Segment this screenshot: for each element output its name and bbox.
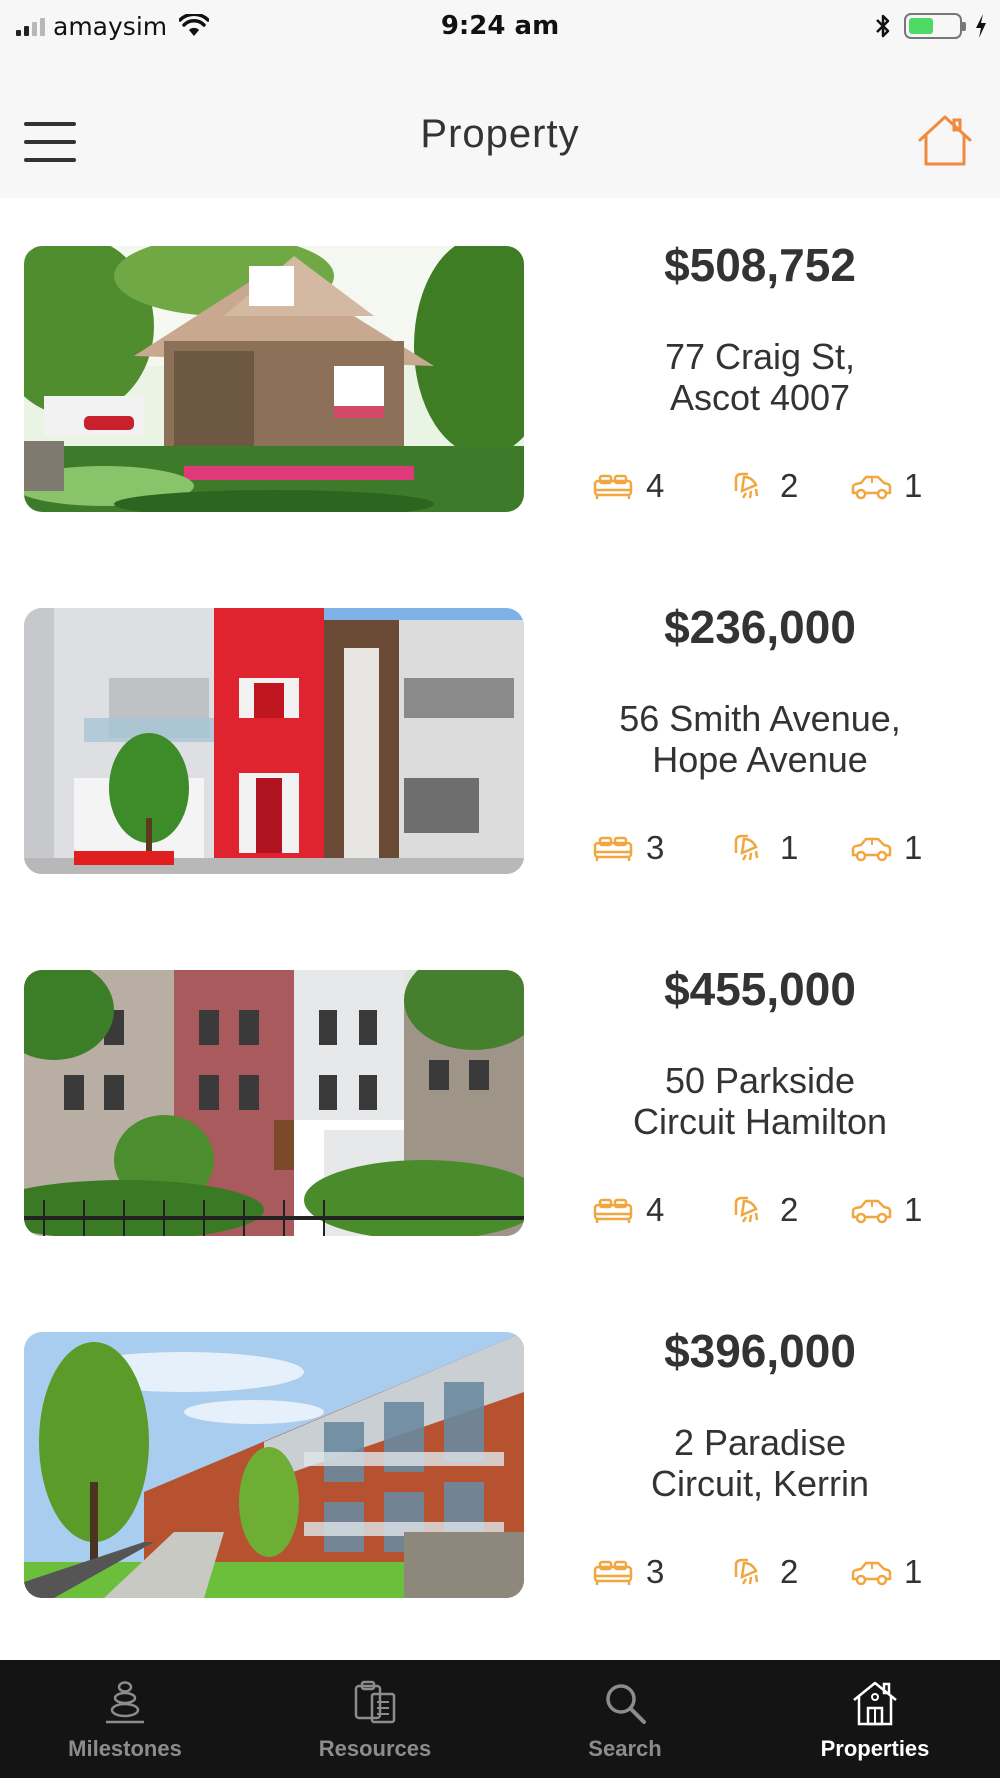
cars-feature: 1 <box>850 1550 922 1594</box>
beds-count: 4 <box>646 1191 665 1228</box>
bed-icon <box>593 474 633 499</box>
baths-feature: 2 <box>726 1550 798 1594</box>
beds-count: 4 <box>646 467 665 504</box>
property-price: $508,752 <box>664 239 856 291</box>
bed-icon <box>593 836 633 861</box>
property-card[interactable]: $396,000 2 Paradise Circuit, Kerrin 3 2 … <box>0 1284 1000 1646</box>
baths-count: 2 <box>780 1553 799 1590</box>
resources-clipboard-icon <box>354 1680 396 1724</box>
property-photo[interactable] <box>24 1332 524 1598</box>
tab-milestones[interactable]: Milestones <box>0 1660 250 1778</box>
address-line-2: Ascot 4007 <box>669 377 851 418</box>
modern-townhouse-image <box>24 608 524 874</box>
car-icon <box>851 1199 892 1224</box>
baths-feature: 1 <box>726 826 798 870</box>
tab-resources[interactable]: Resources <box>250 1660 500 1778</box>
search-icon <box>606 1684 646 1724</box>
tab-label: Milestones <box>68 1736 182 1761</box>
property-address: 50 Parkside Circuit Hamilton <box>560 1060 960 1142</box>
address-line-1: 2 Paradise <box>673 1422 847 1463</box>
property-features: 3 2 1 <box>592 1550 932 1594</box>
shower-icon <box>734 472 759 499</box>
shower-icon <box>734 834 759 861</box>
tab-search[interactable]: Search <box>500 1660 750 1778</box>
cars-feature: 1 <box>850 826 922 870</box>
status-bar: amaysim 9:24 am <box>0 0 1000 52</box>
properties-house-icon <box>853 1681 897 1726</box>
tab-properties[interactable]: Properties <box>750 1660 1000 1778</box>
bluetooth-icon <box>876 14 890 38</box>
cars-count: 1 <box>904 829 923 866</box>
car-icon <box>851 1561 892 1586</box>
baths-feature: 2 <box>726 1188 798 1232</box>
tab-label: Search <box>588 1736 662 1761</box>
property-list: $508,752 77 Craig St, Ascot 4007 4 2 1 $… <box>0 198 1000 1660</box>
beds-feature: 3 <box>592 1550 664 1594</box>
tab-label: Resources <box>318 1736 432 1761</box>
battery-fill <box>909 18 933 34</box>
property-photo[interactable] <box>24 608 524 874</box>
baths-count: 1 <box>780 829 799 866</box>
property-address: 56 Smith Avenue, Hope Avenue <box>560 698 960 780</box>
baths-count: 2 <box>780 1191 799 1228</box>
cars-feature: 1 <box>850 464 922 508</box>
page-title: Property <box>420 112 580 156</box>
address-line-2: Circuit Hamilton <box>632 1101 888 1142</box>
beds-feature: 4 <box>592 464 664 508</box>
property-card[interactable]: $455,000 50 Parkside Circuit Hamilton 4 … <box>0 922 1000 1284</box>
property-features: 4 2 1 <box>592 464 932 508</box>
bottom-tab-bar: Milestones Resources Search Properties <box>0 1660 1000 1778</box>
status-right <box>874 8 988 44</box>
cars-count: 1 <box>904 1191 923 1228</box>
bed-icon <box>593 1198 633 1223</box>
battery-icon <box>904 13 966 39</box>
property-features: 4 2 1 <box>592 1188 932 1232</box>
milestones-stones-icon <box>106 1681 144 1724</box>
property-card[interactable]: $236,000 56 Smith Avenue, Hope Avenue 3 … <box>0 560 1000 922</box>
property-photo[interactable] <box>24 970 524 1236</box>
baths-feature: 2 <box>726 464 798 508</box>
beds-feature: 3 <box>592 826 664 870</box>
property-card[interactable]: $508,752 77 Craig St, Ascot 4007 4 2 1 <box>0 198 1000 560</box>
shower-icon <box>734 1196 759 1223</box>
status-time: 9:24 am <box>440 11 560 41</box>
address-line-1: 50 Parkside <box>664 1060 856 1101</box>
property-photo[interactable] <box>24 246 524 512</box>
app-header: Property <box>0 52 1000 198</box>
beds-feature: 4 <box>592 1188 664 1232</box>
property-features: 3 1 1 <box>592 826 932 870</box>
address-line-2: Circuit, Kerrin <box>650 1463 870 1504</box>
cars-feature: 1 <box>850 1188 922 1232</box>
brick-apartments-image <box>24 1332 524 1598</box>
victorian-row-houses-image <box>24 970 524 1236</box>
property-price: $455,000 <box>664 963 856 1015</box>
property-price: $396,000 <box>664 1325 856 1377</box>
car-icon <box>851 475 892 500</box>
property-price: $236,000 <box>664 601 856 653</box>
address-line-2: Hope Avenue <box>652 739 868 780</box>
car-icon <box>851 837 892 862</box>
home-icon[interactable] <box>916 114 974 168</box>
cars-count: 1 <box>904 1553 923 1590</box>
property-address: 77 Craig St, Ascot 4007 <box>560 336 960 418</box>
property-address: 2 Paradise Circuit, Kerrin <box>560 1422 960 1504</box>
cars-count: 1 <box>904 467 923 504</box>
charging-icon <box>976 14 986 38</box>
tab-label: Properties <box>820 1736 930 1761</box>
stone-cottage-image <box>24 246 524 512</box>
beds-count: 3 <box>646 829 665 866</box>
baths-count: 2 <box>780 467 799 504</box>
address-line-1: 56 Smith Avenue, <box>619 698 901 739</box>
bed-icon <box>593 1560 633 1585</box>
shower-icon <box>734 1558 759 1585</box>
beds-count: 3 <box>646 1553 665 1590</box>
address-line-1: 77 Craig St, <box>664 336 856 377</box>
